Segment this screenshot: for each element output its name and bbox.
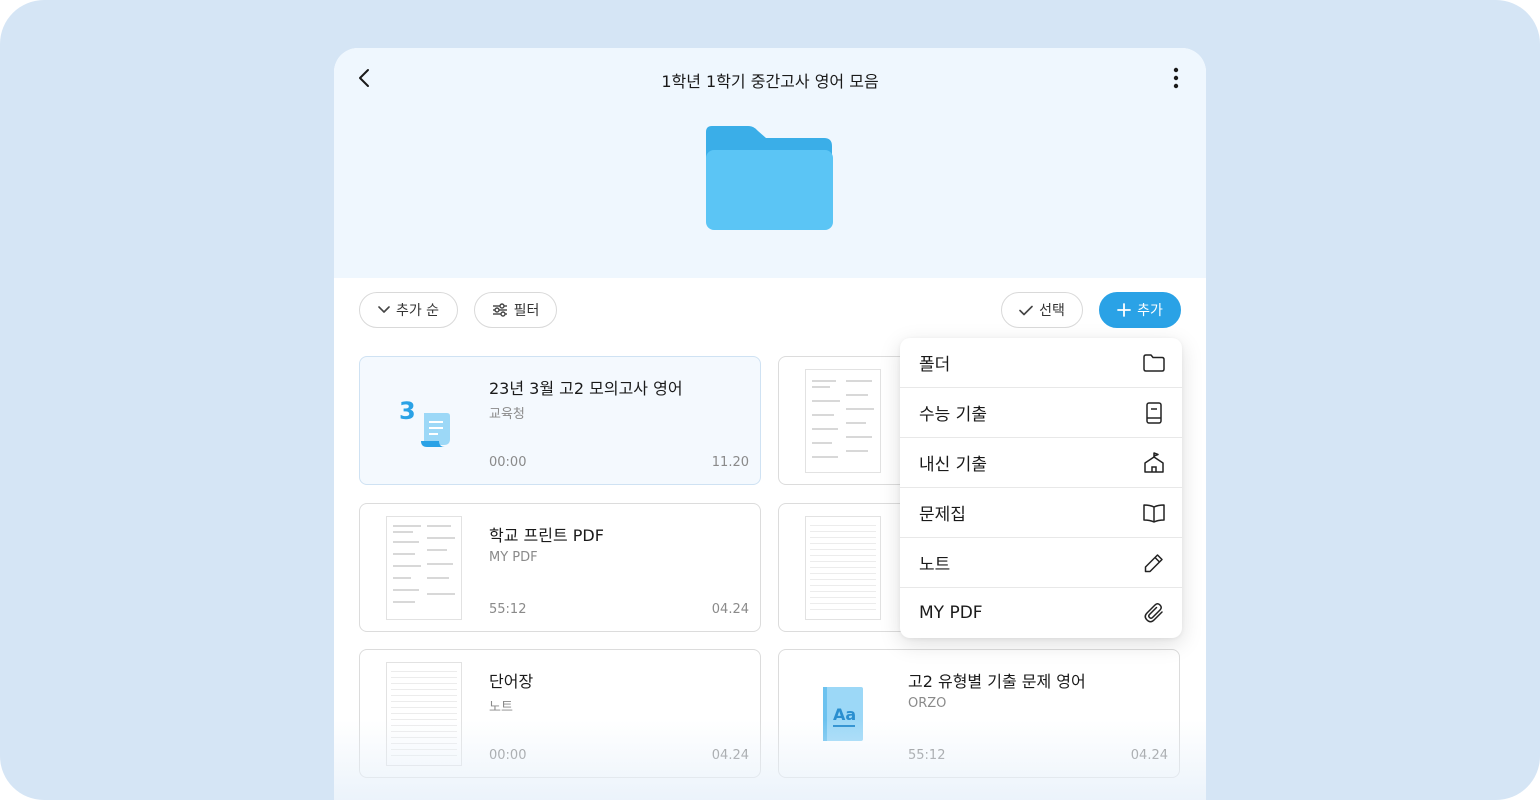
menu-item-note[interactable]: 노트	[900, 538, 1182, 588]
sort-label: 추가 순	[395, 303, 440, 319]
chevron-down-icon	[378, 306, 390, 313]
check-icon	[1019, 305, 1033, 315]
sort-button[interactable]: 추가 순	[359, 292, 458, 328]
card-subtitle: ORZO	[908, 696, 947, 711]
dictionary-book-icon: Aa	[823, 687, 863, 741]
thumb-number: 3	[399, 397, 416, 425]
menu-item-label: 폴더	[919, 355, 951, 375]
menu-item-workbook[interactable]: 문제집	[900, 488, 1182, 538]
card-subtitle: 노트	[489, 700, 513, 715]
scroll-icon: 3	[399, 397, 450, 447]
card-title: 단어장	[489, 672, 534, 691]
note-thumbnail	[386, 662, 462, 766]
filter-button[interactable]: 필터	[474, 292, 557, 328]
card-subtitle: MY PDF	[489, 550, 538, 565]
card-title: 학교 프린트 PDF	[489, 526, 604, 545]
menu-item-label: 노트	[919, 555, 951, 575]
note-thumbnail	[805, 516, 881, 620]
menu-item-label: 내신 기출	[919, 455, 987, 475]
card-time: 55:12	[489, 602, 527, 617]
menu-item-label: MY PDF	[919, 603, 983, 623]
menu-item-naesin[interactable]: 내신 기출	[900, 438, 1182, 488]
sliders-icon	[492, 303, 507, 317]
page-title: 1학년 1학기 중간고사 영어 모음	[661, 72, 879, 91]
pdf-thumbnail	[805, 369, 881, 473]
card-title: 고2 유형별 기출 문제 영어	[908, 672, 1086, 691]
select-button[interactable]: 선택	[1001, 292, 1083, 328]
app-window: 1학년 1학기 중간고사 영어 모음 추가 순 필터 선택 추가 3 23년 3…	[334, 48, 1206, 800]
card-date: 04.24	[1130, 748, 1168, 763]
toolbar: 추가 순 필터 선택 추가	[334, 292, 1206, 328]
menu-item-label: 수능 기출	[919, 405, 987, 425]
open-book-icon	[1143, 504, 1165, 523]
folder-icon	[1143, 354, 1165, 372]
folder-header: 1학년 1학기 중간고사 영어 모음	[334, 48, 1206, 278]
card-time: 55:12	[908, 748, 946, 763]
card-time: 00:00	[489, 748, 527, 763]
filter-label: 필터	[513, 303, 540, 319]
card-date: 11.20	[711, 455, 749, 470]
add-button[interactable]: 추가	[1099, 292, 1181, 328]
more-vertical-icon	[1173, 67, 1179, 89]
card-date: 04.24	[711, 748, 749, 763]
menu-item-folder[interactable]: 폴더	[900, 338, 1182, 388]
paperclip-icon	[1144, 603, 1163, 623]
file-card[interactable]: Aa 고2 유형별 기출 문제 영어 ORZO 55:12 04.24	[778, 649, 1180, 778]
workbook-thumbnail: Aa	[805, 662, 881, 766]
menu-item-suneung[interactable]: 수능 기출	[900, 388, 1182, 438]
file-card[interactable]: 학교 프린트 PDF MY PDF 55:12 04.24	[359, 503, 761, 632]
add-label: 추가	[1137, 303, 1163, 319]
card-time: 00:00	[489, 455, 527, 470]
plus-icon	[1117, 303, 1132, 317]
thumb-text: Aa	[833, 705, 856, 724]
file-card[interactable]: 3 23년 3월 고2 모의고사 영어 교육청 00:00 11.20	[359, 356, 761, 485]
file-card[interactable]: 단어장 노트 00:00 04.24	[359, 649, 761, 778]
card-title: 23년 3월 고2 모의고사 영어	[489, 379, 683, 398]
school-icon	[1144, 452, 1164, 473]
folder-hero-icon	[706, 126, 833, 230]
pdf-thumbnail	[386, 516, 462, 620]
pencil-icon	[1144, 554, 1163, 573]
select-label: 선택	[1039, 303, 1065, 319]
card-subtitle: 교육청	[489, 407, 525, 422]
menu-item-label: 문제집	[919, 505, 966, 525]
book-icon	[1146, 402, 1162, 424]
more-options-button[interactable]	[1164, 66, 1188, 90]
add-menu: 폴더 수능 기출 내신 기출 문제집 노트 MY PDF	[900, 338, 1182, 638]
mock-exam-thumbnail: 3	[386, 369, 462, 473]
menu-item-my-pdf[interactable]: MY PDF	[900, 588, 1182, 638]
card-date: 04.24	[711, 602, 749, 617]
